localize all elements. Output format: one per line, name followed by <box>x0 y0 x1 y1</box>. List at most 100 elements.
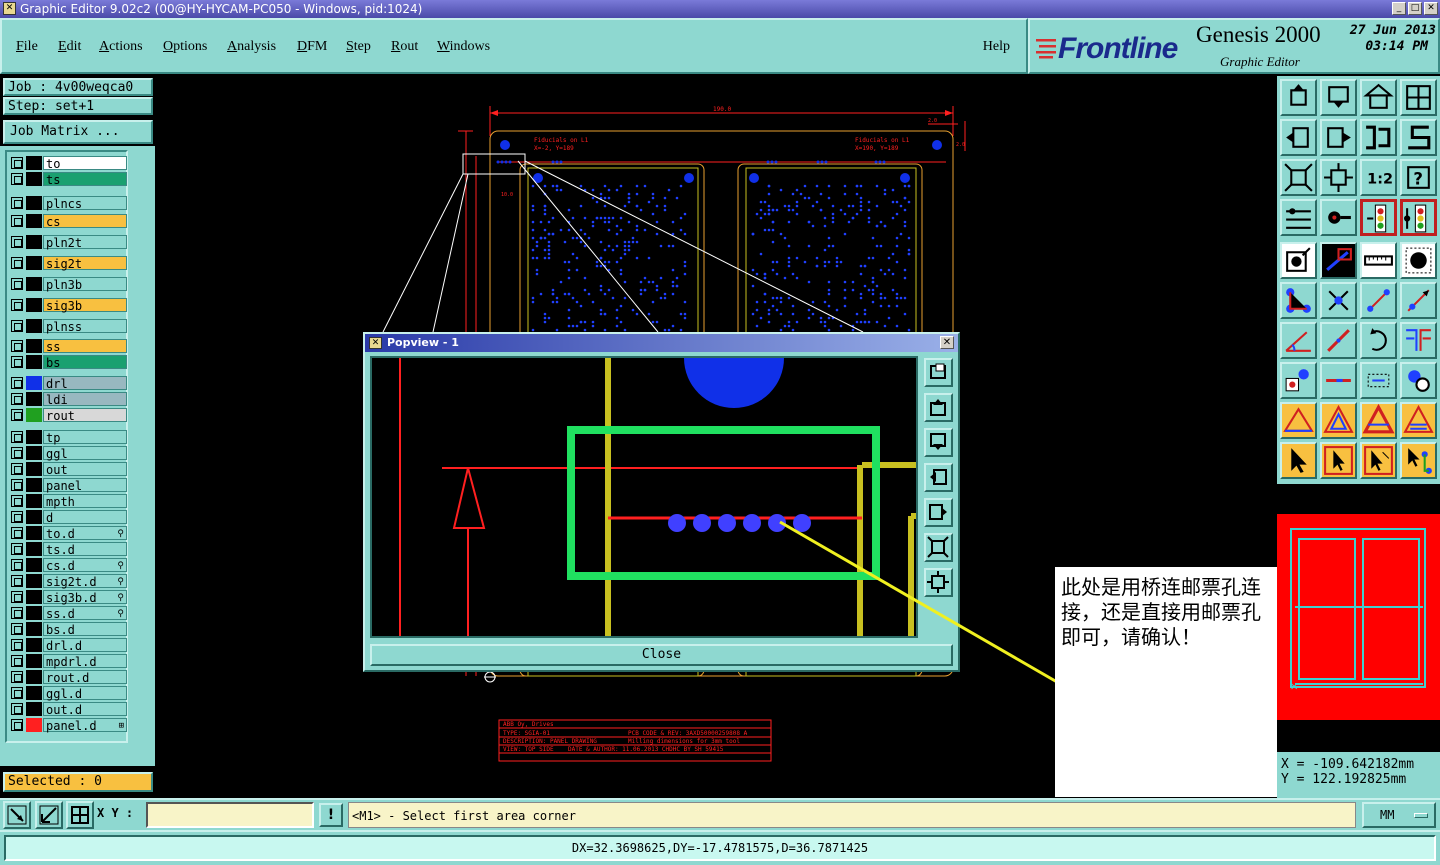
layer-checkbox[interactable] <box>11 356 23 368</box>
layer-name[interactable]: rout <box>43 408 127 423</box>
triangle-button[interactable] <box>1280 402 1317 439</box>
layer-checkbox[interactable] <box>11 543 23 555</box>
snap-button[interactable] <box>3 801 31 829</box>
menu-edit[interactable]: Edit <box>58 39 81 55</box>
layer-row-ss[interactable]: ss <box>9 339 127 354</box>
layer-name[interactable]: cs <box>43 214 127 229</box>
layer-checkbox[interactable] <box>11 278 23 290</box>
menu-dfm[interactable]: DFM <box>297 39 327 55</box>
layer-row-bs-d[interactable]: bs.d <box>9 622 127 637</box>
layer-checkbox[interactable] <box>11 299 23 311</box>
home-button[interactable] <box>1280 79 1317 116</box>
layer-name[interactable]: out <box>43 462 127 477</box>
layer-checkbox[interactable] <box>11 719 23 731</box>
triangle-swap-button[interactable] <box>1400 402 1437 439</box>
undo-view-button[interactable] <box>1360 119 1397 156</box>
layer-checkbox[interactable] <box>11 393 23 405</box>
menu-windows[interactable]: Windows <box>437 39 490 55</box>
menu-file[interactable]: File <box>16 39 38 55</box>
layer-row-mpth[interactable]: mpth <box>9 494 127 509</box>
menu-rout[interactable]: Rout <box>391 39 418 55</box>
layer-checkbox[interactable] <box>11 655 23 667</box>
layer-checkbox[interactable] <box>11 575 23 587</box>
popview-zoom-out-button[interactable] <box>924 568 953 597</box>
layer-checkbox[interactable] <box>11 340 23 352</box>
house-button[interactable] <box>1360 79 1397 116</box>
scale-1-2-button[interactable]: 1:2 <box>1360 159 1397 196</box>
square-circle-button[interactable] <box>1280 362 1317 399</box>
popview-pan-down-button[interactable] <box>924 428 953 457</box>
layer-name[interactable]: ts.d <box>43 542 127 557</box>
grid-button[interactable] <box>66 801 94 829</box>
layer-name[interactable]: panel <box>43 478 127 493</box>
line-points-button[interactable] <box>1360 282 1397 319</box>
layer-checkbox[interactable] <box>11 157 23 169</box>
layer-row-sig3b[interactable]: sig3b <box>9 298 127 313</box>
layer-name[interactable]: d <box>43 510 127 525</box>
layer-checkbox[interactable] <box>11 687 23 699</box>
angle-button[interactable] <box>1280 322 1317 359</box>
layer-checkbox[interactable] <box>11 703 23 715</box>
layer-checkbox[interactable] <box>11 479 23 491</box>
layer-row-ggl[interactable]: ggl <box>9 446 127 461</box>
layer-checkbox[interactable] <box>11 639 23 651</box>
layer-row-panel-d[interactable]: panel.d ⊞ <box>9 718 127 733</box>
snap-tools-button[interactable] <box>1280 199 1317 236</box>
layer-checkbox[interactable] <box>11 527 23 539</box>
layer-name[interactable]: bs.d <box>43 622 127 637</box>
layer-name[interactable]: ggl <box>43 446 127 461</box>
layer-row-panel[interactable]: panel <box>9 478 127 493</box>
pan-left-button[interactable] <box>1280 119 1317 156</box>
layer-checkbox[interactable] <box>11 320 23 332</box>
layer-checkbox[interactable] <box>11 447 23 459</box>
layer-checkbox[interactable] <box>11 495 23 507</box>
layer-checkbox[interactable] <box>11 511 23 523</box>
help-button[interactable]: ? <box>1400 159 1437 196</box>
layer-checkbox[interactable] <box>11 215 23 227</box>
connect-nodes-button[interactable] <box>1280 282 1317 319</box>
layer-row-d[interactable]: d <box>9 510 127 525</box>
menu-help[interactable]: Help <box>983 39 1010 55</box>
zoom-home-button[interactable] <box>1320 79 1357 116</box>
triangle-ring-button[interactable] <box>1360 402 1397 439</box>
popview-pan-right-button[interactable] <box>924 498 953 527</box>
rotate-button[interactable] <box>1360 322 1397 359</box>
layer-name[interactable]: ggl.d <box>43 686 127 701</box>
layer-row-to[interactable]: to <box>9 156 127 171</box>
alert-button[interactable]: ! <box>319 803 343 827</box>
circles-button[interactable] <box>1400 362 1437 399</box>
layer-row-rout[interactable]: rout <box>9 408 127 423</box>
minus-button[interactable] <box>1320 362 1357 399</box>
layer-row-plncs[interactable]: plncs <box>9 196 127 211</box>
fit-all-button[interactable] <box>1280 159 1317 196</box>
layer-row-plnss[interactable]: plnss <box>9 319 127 334</box>
line-point-button[interactable] <box>1400 282 1437 319</box>
layer-checkbox[interactable] <box>11 431 23 443</box>
select-point-button[interactable] <box>1280 242 1317 279</box>
layer-row-to-d[interactable]: to.d ⚲ <box>9 526 127 541</box>
popview-zoom-fit-button[interactable] <box>924 358 953 387</box>
layer-name[interactable]: sig3b.d ⚲ <box>43 590 127 605</box>
layer-row-out[interactable]: out <box>9 462 127 477</box>
traffic-light-2-button[interactable] <box>1400 199 1437 236</box>
layer-checkbox[interactable] <box>11 173 23 185</box>
popview-canvas[interactable] <box>370 308 918 638</box>
layer-name[interactable]: ts <box>43 172 127 187</box>
layer-name[interactable]: sig2t.d ⚲ <box>43 574 127 589</box>
layer-row-ts[interactable]: ts <box>9 172 127 187</box>
layer-row-ldi[interactable]: ldi <box>9 392 127 407</box>
layer-checkbox[interactable] <box>11 559 23 571</box>
cross-button[interactable] <box>1320 282 1357 319</box>
redo-view-button[interactable] <box>1400 119 1437 156</box>
layer-name[interactable]: ldi <box>43 392 127 407</box>
layer-checkbox[interactable] <box>11 671 23 683</box>
layer-checkbox[interactable] <box>11 623 23 635</box>
layer-checkbox[interactable] <box>11 463 23 475</box>
layer-name[interactable]: drl.d <box>43 638 127 653</box>
popview-pan-left-button[interactable] <box>924 463 953 492</box>
select-edge-button[interactable] <box>1320 242 1357 279</box>
menu-actions[interactable]: Actions <box>99 39 143 55</box>
pointer-button[interactable] <box>1280 442 1317 479</box>
menu-options[interactable]: Options <box>163 39 207 55</box>
xy-input[interactable] <box>146 802 314 828</box>
